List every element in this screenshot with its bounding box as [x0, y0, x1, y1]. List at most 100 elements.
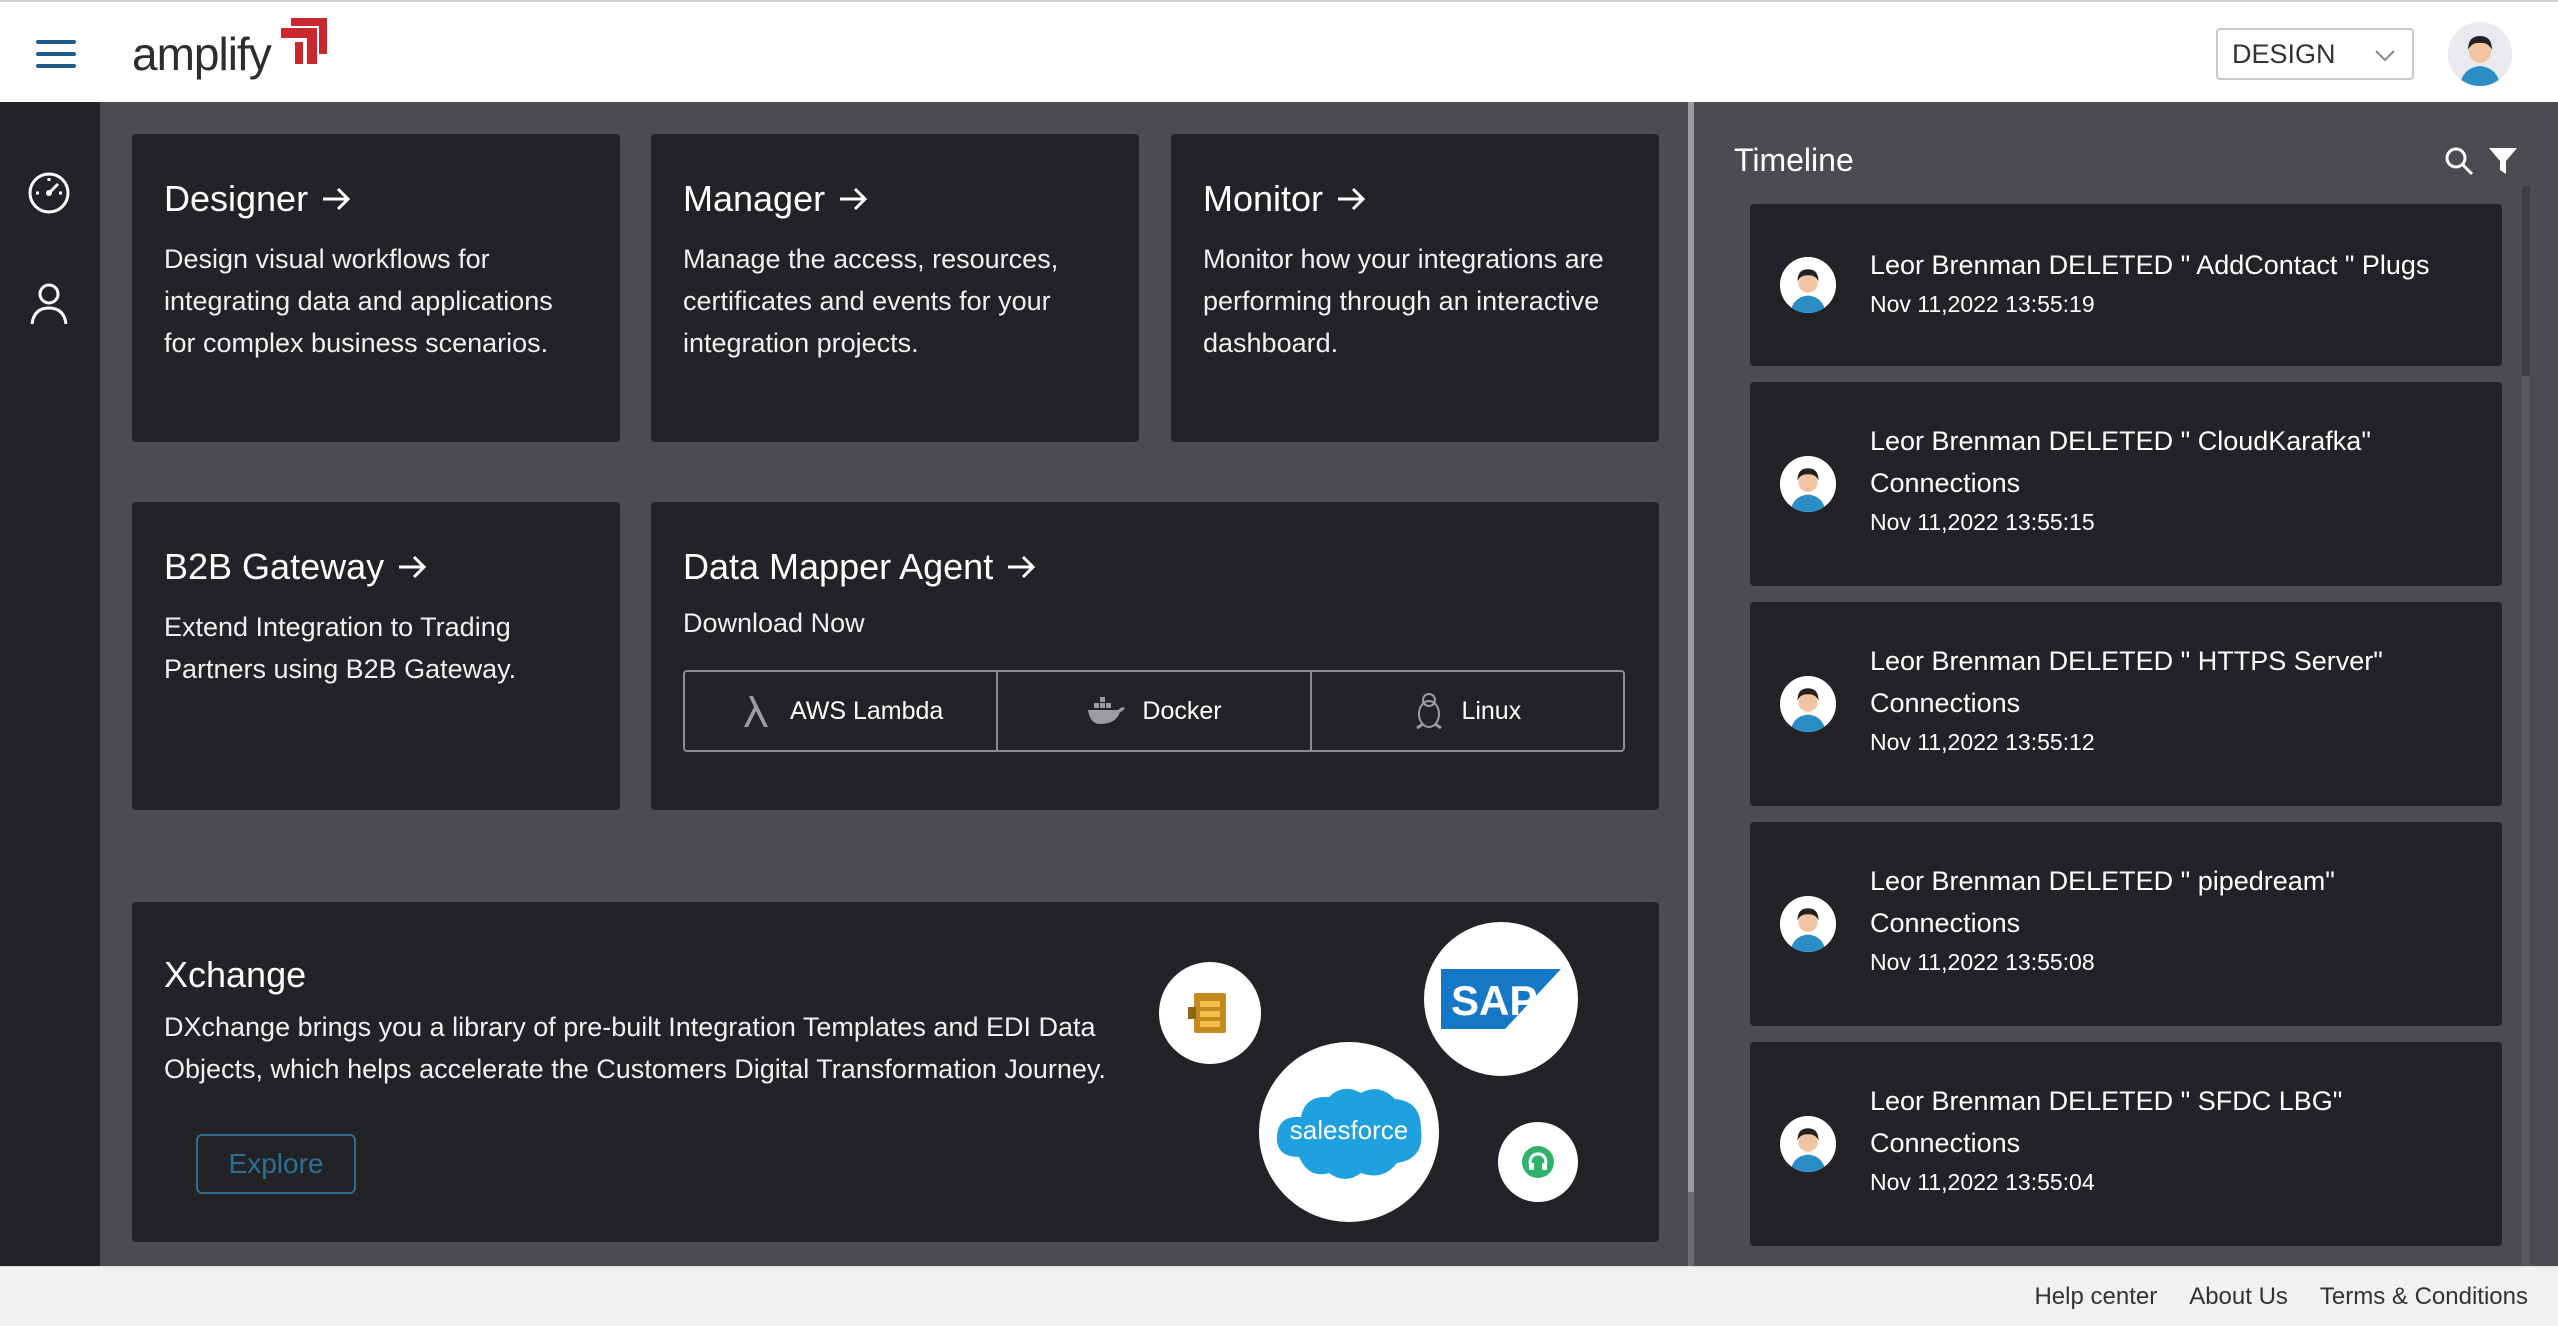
logo-text: amplify: [132, 28, 272, 80]
timeline-item-message: Leor Brenman DELETED " AddContact " Plug…: [1870, 250, 2430, 280]
mapper-title-text: Data Mapper Agent: [683, 546, 994, 587]
linux-label: Linux: [1461, 696, 1522, 725]
avatar-icon: [1780, 676, 1836, 732]
dashboard-gauge-icon[interactable]: [24, 168, 74, 218]
sap-logo-text: SAP: [1451, 977, 1537, 1024]
designer-title-text: Designer: [164, 178, 309, 219]
mapper-title[interactable]: Data Mapper Agent: [683, 546, 1627, 588]
manager-title-text: Manager: [683, 178, 826, 219]
arrow-right-icon: [1338, 187, 1366, 211]
timeline-item-category: Connections: [1870, 908, 2021, 938]
designer-desc: Design visual workflows for integrating …: [164, 244, 553, 358]
salesforce-logo-icon: salesforce: [1259, 1042, 1439, 1222]
manager-desc: Manage the access, resources, certificat…: [683, 244, 1059, 358]
designer-card[interactable]: Designer Design visual workflows for int…: [132, 134, 620, 442]
monitor-desc: Monitor how your integrations are perfor…: [1203, 244, 1604, 358]
lambda-icon: [738, 693, 774, 729]
monitor-card[interactable]: Monitor Monitor how your integrations ar…: [1171, 134, 1659, 442]
arrow-right-icon: [323, 187, 351, 211]
mode-select[interactable]: DESIGN: [2216, 28, 2414, 80]
user-icon[interactable]: [24, 278, 74, 328]
timeline-item-message: Leor Brenman DELETED " HTTPS Server": [1870, 646, 2383, 676]
avatar-icon: [1780, 896, 1836, 952]
timeline-item[interactable]: Leor Brenman DELETED " CloudKarafka" Con…: [1750, 382, 2502, 586]
designer-title[interactable]: Designer: [164, 178, 588, 220]
timeline-item-time: Nov 11,2022 13:55:19: [1870, 291, 2095, 317]
timeline-item[interactable]: Leor Brenman DELETED " AddContact " Plug…: [1750, 204, 2502, 366]
chevron-down-icon: [2375, 50, 2395, 62]
timeline-item-category: Connections: [1870, 1128, 2021, 1158]
download-now-label: Download Now: [683, 608, 865, 638]
left-rail: [0, 102, 100, 1266]
amazon-sqs-logo-icon: [1159, 962, 1261, 1064]
about-us-link[interactable]: About Us: [2189, 1283, 2288, 1311]
timeline-item-message: Leor Brenman DELETED " pipedream": [1870, 866, 2335, 896]
timeline-item-time: Nov 11,2022 13:55:15: [1870, 509, 2095, 535]
footer-links: Help center About Us Terms & Conditions: [2034, 1283, 2528, 1311]
timeline-panel: Timeline Leor Brenman DELETED " AddConta…: [1702, 102, 2530, 1266]
user-avatar[interactable]: [2448, 22, 2512, 86]
filter-icon[interactable]: [2488, 146, 2518, 176]
avatar-icon: [1780, 257, 1836, 313]
timeline-scrollbar-thumb[interactable]: [2522, 376, 2530, 1266]
timeline-item-time: Nov 11,2022 13:55:08: [1870, 949, 2095, 975]
manager-card[interactable]: Manager Manage the access, resources, ce…: [651, 134, 1139, 442]
docker-label: Docker: [1142, 696, 1222, 725]
timeline-item-time: Nov 11,2022 13:55:12: [1870, 729, 2095, 755]
help-center-link[interactable]: Help center: [2034, 1283, 2157, 1311]
timeline-item[interactable]: Leor Brenman DELETED " SFDC LBG" Connect…: [1750, 1042, 2502, 1246]
monitor-title-text: Monitor: [1203, 178, 1324, 219]
headset-support-icon: [1498, 1122, 1578, 1202]
timeline-item-text: Leor Brenman DELETED " HTTPS Server" Con…: [1870, 640, 2470, 760]
docker-icon: [1086, 696, 1126, 726]
timeline-item-category: Connections: [1870, 468, 2021, 498]
timeline-item-time: Nov 11,2022 13:55:04: [1870, 1169, 2095, 1195]
manager-title[interactable]: Manager: [683, 178, 1107, 220]
xchange-card: Xchange DXchange brings you a library of…: [132, 902, 1659, 1242]
linux-tux-icon: [1413, 692, 1445, 730]
monitor-title[interactable]: Monitor: [1203, 178, 1627, 220]
xchange-title: Xchange: [164, 954, 307, 995]
avatar-icon: [1780, 1116, 1836, 1172]
main-content: Designer Design visual workflows for int…: [100, 102, 1694, 1266]
timeline-item-text: Leor Brenman DELETED " AddContact " Plug…: [1870, 244, 2470, 322]
main-scrollbar-thumb[interactable]: [1688, 102, 1694, 1192]
sap-logo-icon: SAP: [1424, 922, 1578, 1076]
amplify-logo[interactable]: amplify: [132, 18, 333, 84]
aws-lambda-label: AWS Lambda: [790, 696, 944, 725]
timeline-item-message: Leor Brenman DELETED " SFDC LBG": [1870, 1086, 2343, 1116]
hamburger-menu-icon[interactable]: [36, 40, 76, 68]
mode-select-value: DESIGN: [2232, 38, 2336, 69]
salesforce-logo-text: salesforce: [1290, 1115, 1409, 1145]
timeline-item-text: Leor Brenman DELETED " pipedream" Connec…: [1870, 860, 2470, 980]
avatar-icon: [2448, 22, 2512, 86]
data-mapper-agent-card: Data Mapper Agent Download Now AWS Lambd…: [651, 502, 1659, 810]
timeline-title: Timeline: [1734, 142, 1854, 178]
b2b-desc: Extend Integration to Trading Partners u…: [164, 612, 517, 684]
aws-lambda-button[interactable]: AWS Lambda: [685, 672, 996, 750]
timeline-item[interactable]: Leor Brenman DELETED " HTTPS Server" Con…: [1750, 602, 2502, 806]
b2b-title[interactable]: B2B Gateway: [164, 546, 588, 588]
footer: Help center About Us Terms & Conditions: [0, 1266, 2558, 1326]
explore-button[interactable]: Explore: [196, 1134, 356, 1194]
linux-button[interactable]: Linux: [1309, 672, 1623, 750]
search-icon[interactable]: [2444, 146, 2474, 176]
b2b-gateway-card[interactable]: B2B Gateway Extend Integration to Tradin…: [132, 502, 620, 810]
main-scrollbar[interactable]: [1688, 102, 1694, 1266]
avatar-icon: [1780, 456, 1836, 512]
arrow-right-icon: [399, 555, 427, 579]
xchange-desc: DXchange brings you a library of pre-bui…: [164, 1012, 1106, 1084]
docker-button[interactable]: Docker: [996, 672, 1309, 750]
amplify-mark-icon: [280, 18, 327, 64]
timeline-item-text: Leor Brenman DELETED " SFDC LBG" Connect…: [1870, 1080, 2470, 1200]
b2b-title-text: B2B Gateway: [164, 546, 385, 587]
timeline-scrollbar[interactable]: [2522, 186, 2530, 1266]
timeline-item-message: Leor Brenman DELETED " CloudKarafka": [1870, 426, 2371, 456]
arrow-right-icon: [1008, 555, 1036, 579]
timeline-item-category: Connections: [1870, 688, 2021, 718]
timeline-item[interactable]: Leor Brenman DELETED " pipedream" Connec…: [1750, 822, 2502, 1026]
terms-link[interactable]: Terms & Conditions: [2320, 1283, 2528, 1311]
timeline-item-text: Leor Brenman DELETED " CloudKarafka" Con…: [1870, 420, 2470, 540]
top-header: amplify DESIGN: [0, 0, 2558, 102]
agent-download-group: AWS Lambda Docker Linux: [683, 670, 1625, 752]
